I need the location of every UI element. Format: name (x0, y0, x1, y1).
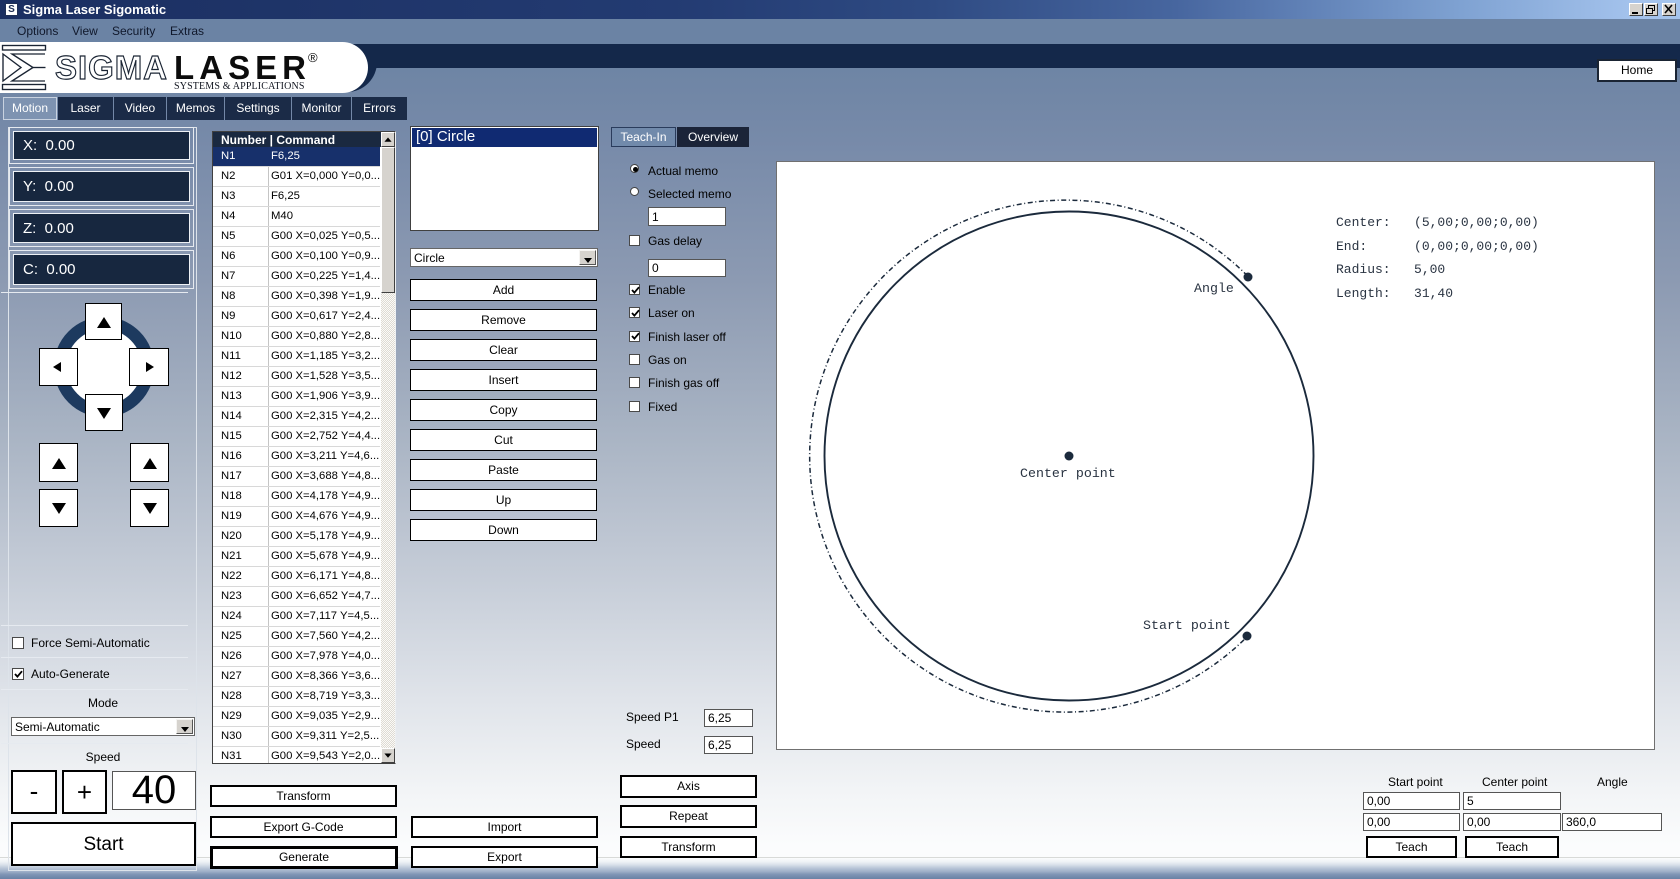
svg-text:SYSTEMS & APPLICATIONS: SYSTEMS & APPLICATIONS (174, 81, 305, 92)
svg-text:SIGMA: SIGMA (55, 49, 167, 86)
svg-text:®: ® (308, 50, 318, 65)
